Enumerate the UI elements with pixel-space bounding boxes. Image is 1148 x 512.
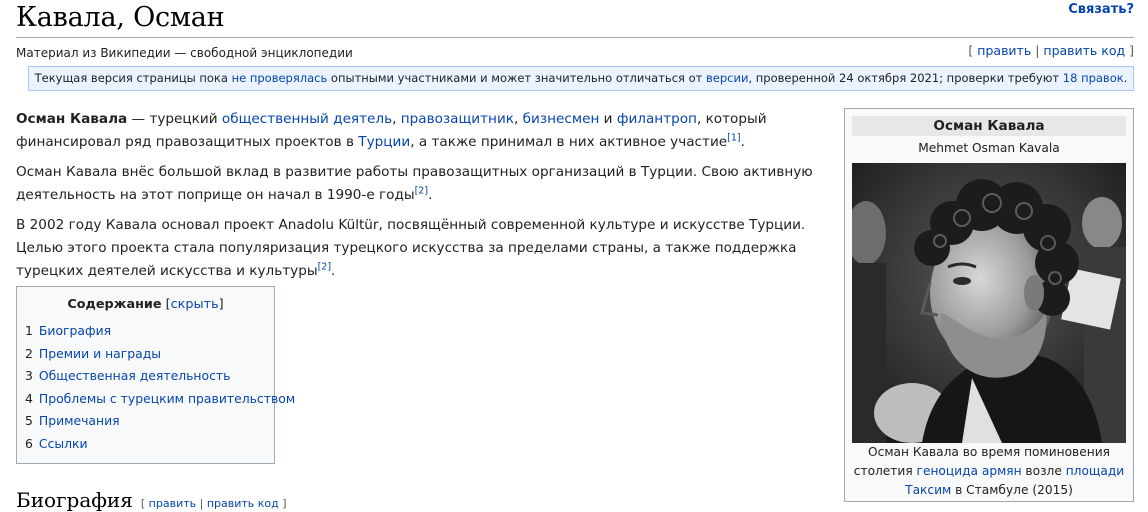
toc-item[interactable]: 2 Премии и награды [25, 343, 274, 366]
toc-item[interactable]: 4 Проблемы с турецким правительством [25, 388, 295, 411]
toc-number: 2 [25, 345, 33, 361]
toc-bracket-open: [ [161, 297, 171, 312]
link-businessman[interactable]: бизнесмен [523, 111, 600, 127]
bracket-open: [ [140, 497, 146, 510]
section-edit-link[interactable]: править [149, 497, 196, 510]
text: , [514, 111, 523, 127]
reference-2[interactable]: [2] [415, 185, 428, 196]
toc-item[interactable]: 3 Общественная деятельность [25, 365, 274, 388]
toc-link-notes[interactable]: Примечания [39, 413, 120, 428]
section-title: Биография [16, 488, 133, 512]
toc-number: 6 [25, 435, 33, 451]
toc-number: 3 [25, 368, 33, 384]
infobox-title: Осман Кавала [852, 116, 1126, 136]
text: , [392, 111, 401, 127]
text: . [331, 262, 336, 279]
lead-paragraph-1: Осман Кавала — турецкий общественный дея… [16, 108, 842, 153]
toc-number: 4 [25, 390, 33, 406]
version-link[interactable]: версии [706, 71, 748, 85]
toc-link-awards[interactable]: Премии и награды [39, 346, 161, 361]
bracket-close: ] [1129, 43, 1134, 58]
subject-name: Осман Кавала [16, 111, 128, 127]
link-turkey[interactable]: Турции [358, 134, 410, 150]
link-public-figure[interactable]: общественный деятель [222, 111, 392, 127]
table-of-contents: Содержание [скрыть] 1 Биография 2 Премии и… [16, 286, 295, 464]
title-divider [16, 37, 1134, 38]
page-title: Кавала, Осман [16, 2, 225, 33]
separator: | [199, 497, 204, 510]
toc-list: 1 Биография 2 Премии и награды 3 Общественн… [25, 320, 295, 456]
toc-item[interactable]: 6 Ссылки [25, 433, 274, 456]
toc-title: Содержание [скрыть] [17, 297, 274, 312]
toc-number: 1 [25, 323, 33, 338]
reference-1[interactable]: [1] [727, 132, 740, 143]
text: и [599, 111, 617, 127]
reference-2b[interactable]: [2] [318, 261, 331, 272]
page-edit-links: [ править | править код ] [968, 43, 1134, 58]
portrait-photo[interactable] [852, 163, 1126, 443]
portrait-image [852, 163, 1126, 443]
text: В 2002 году Кавала основал проект Anadol… [16, 217, 806, 279]
link-armenian-genocide[interactable]: геноцида армян [917, 464, 1022, 478]
notice-text-2: опытными участниками и может значительно… [327, 71, 706, 85]
site-tagline: Материал из Википедии — свободной энцикл… [16, 46, 353, 60]
text: возле [1021, 464, 1066, 478]
bracket-close: ] [282, 497, 287, 510]
text: . [740, 133, 745, 150]
infobox: Осман Кавала Mehmet Osman Kavala Осман К… [844, 108, 1134, 502]
article-page: Кавала, Осман Связать? Материал из Викип… [0, 0, 1148, 512]
link-human-rights-defender[interactable]: правозащитник [401, 111, 514, 127]
notice-text-4: . [1123, 71, 1128, 85]
text: — турецкий [127, 111, 222, 127]
contact-link[interactable]: Связать? [1068, 2, 1134, 17]
toc-link-public-activity[interactable]: Общественная деятельность [39, 368, 231, 383]
toc-item[interactable]: 1 Биография [25, 320, 274, 343]
toc-heading: Содержание [67, 297, 162, 312]
pending-edits-link[interactable]: 18 правок [1063, 71, 1124, 85]
section-edit-links: [ править | править код ] [141, 497, 287, 510]
link-philanthropist[interactable]: филантроп [617, 111, 697, 127]
bracket-open: [ [968, 43, 974, 58]
toc-link-government-problems[interactable]: Проблемы с турецким правительством [39, 391, 295, 406]
section-edit-code-link[interactable]: править код [207, 497, 279, 510]
not-checked-link[interactable]: не проверялась [232, 71, 328, 85]
text: , а также принимал в них активное участи… [410, 133, 728, 150]
notice-text-1: Текущая версия страницы пока [34, 71, 232, 85]
edit-code-link[interactable]: править код [1043, 43, 1125, 58]
lead-paragraph-2: Осман Кавала внёс большой вклад в развит… [16, 161, 842, 206]
notice-text-3: , проверенной 24 октября 2021; проверки … [748, 71, 1063, 85]
flagged-revision-notice: Текущая версия страницы пока не проверял… [28, 66, 1134, 91]
text: в Стамбуле (2015) [951, 483, 1073, 497]
edit-link[interactable]: править [977, 43, 1031, 58]
section-heading-biography: Биография [ править | править код ] [16, 488, 287, 512]
edit-links-separator: | [1035, 43, 1040, 58]
article-body: Осман Кавала — турецкий общественный дея… [16, 108, 842, 290]
toc-item[interactable]: 5 Примечания [25, 410, 274, 433]
toc-link-links[interactable]: Ссылки [39, 436, 88, 451]
toc-link-biography[interactable]: Биография [39, 323, 111, 338]
lead-paragraph-3: В 2002 году Кавала основал проект Anadol… [16, 214, 842, 282]
toc-number: 5 [25, 413, 33, 429]
infobox-native-name: Mehmet Osman Kavala [918, 141, 1060, 155]
portrait-caption: Осман Кавала во время поминовения столет… [853, 443, 1125, 500]
text: Осман Кавала внёс большой вклад в развит… [16, 164, 813, 203]
toc-bracket-close: ] [218, 297, 224, 312]
toc-hide-link[interactable]: скрыть [171, 297, 219, 312]
text: . [428, 186, 433, 203]
